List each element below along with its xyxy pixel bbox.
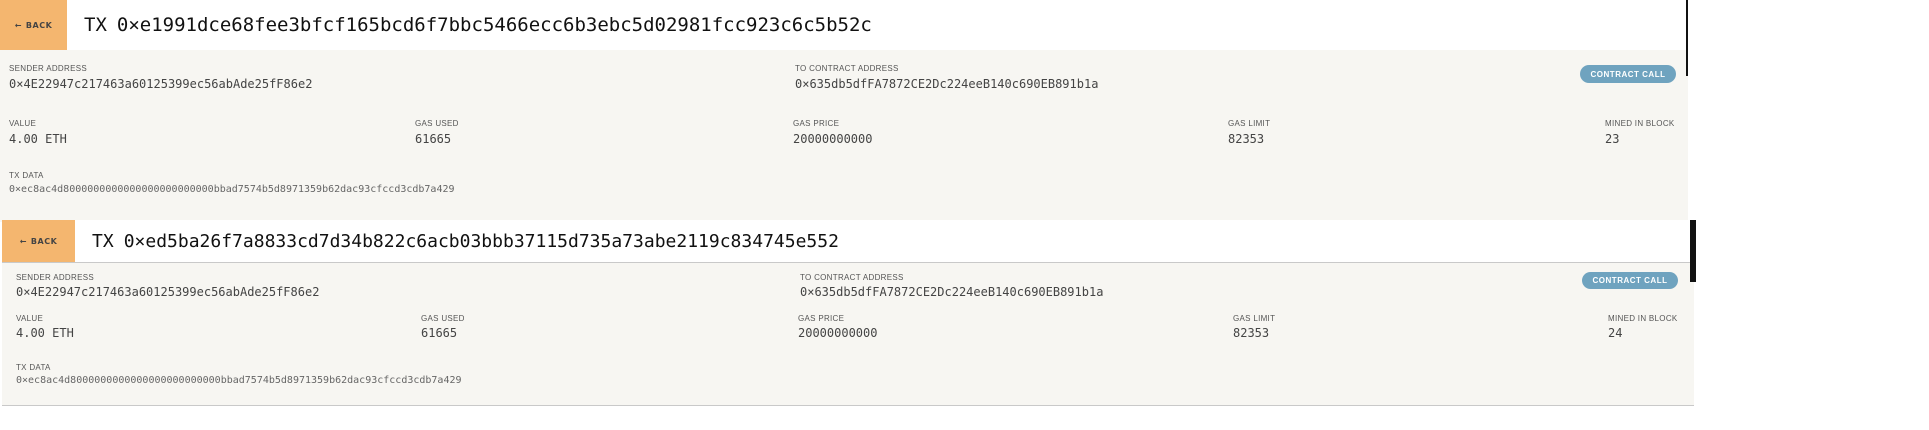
mined-in-block-label: Mined In Block (1605, 119, 1675, 128)
gas-limit-label: Gas Limit (1233, 314, 1276, 323)
transaction-title: TX 0×ed5ba26f7a8833cd7d34b822c6acb03bbb3… (92, 220, 839, 262)
to-contract-address-value: 0×635db5dfFA7872CE2Dc224eeB140c690EB891b… (795, 77, 1099, 91)
back-button-label: Back (30, 236, 58, 246)
contract-call-badge: Contract Call (1582, 272, 1678, 289)
transaction-card: ← Back TX 0×e1991dce68fee3bfcf165bcd6f7b… (0, 0, 1688, 222)
value-value: 4.00 ETH (9, 132, 67, 146)
arrow-left-icon: ← (14, 20, 22, 30)
tx-prefix: TX (84, 14, 107, 36)
mined-in-block-value: 23 (1605, 132, 1620, 146)
gas-price-label: Gas Price (793, 119, 840, 128)
to-contract-address-label: To Contract Address (800, 273, 904, 282)
scrollbar-thumb[interactable] (1686, 0, 1688, 76)
arrow-left-icon: ← (19, 236, 27, 246)
back-button[interactable]: ← Back (2, 220, 75, 262)
value-label: Value (9, 119, 37, 128)
tx-hash: 0×e1991dce68fee3bfcf165bcd6f7bbc5466ecc6… (116, 14, 872, 36)
transaction-header: ← Back TX 0×e1991dce68fee3bfcf165bcd6f7b… (0, 0, 1688, 50)
transaction-details: Sender Address 0×4E22947c217463a60125399… (0, 50, 1688, 222)
transaction-details: Sender Address 0×4E22947c217463a60125399… (2, 262, 1694, 406)
sender-address-label: Sender Address (16, 273, 94, 282)
sender-address-value: 0×4E22947c217463a60125399ec56abAde25fF86… (16, 285, 320, 299)
gas-limit-value: 82353 (1228, 132, 1265, 146)
transaction-title: TX 0×e1991dce68fee3bfcf165bcd6f7bbc5466e… (84, 0, 872, 50)
value-value: 4.00 ETH (16, 326, 74, 340)
gas-price-label: Gas Price (798, 314, 845, 323)
transaction-header: ← Back TX 0×ed5ba26f7a8833cd7d34b822c6ac… (2, 220, 1694, 262)
scrollbar-thumb[interactable] (1690, 220, 1696, 282)
tx-data-label: TX Data (9, 171, 44, 180)
gas-used-label: Gas Used (415, 119, 459, 128)
mined-in-block-value: 24 (1608, 326, 1623, 340)
back-button[interactable]: ← Back (0, 0, 67, 50)
gas-limit-value: 82353 (1233, 326, 1270, 340)
tx-data-value: 0×ec8ac4d8000000000000000000000000bbad75… (16, 375, 462, 386)
tx-data-label: TX Data (16, 363, 51, 372)
gas-price-value: 20000000000 (798, 326, 878, 340)
value-label: Value (16, 314, 44, 323)
gas-limit-label: Gas Limit (1228, 119, 1271, 128)
transaction-card: ← Back TX 0×ed5ba26f7a8833cd7d34b822c6ac… (2, 220, 1694, 406)
to-contract-address-value: 0×635db5dfFA7872CE2Dc224eeB140c690EB891b… (800, 285, 1104, 299)
gas-used-value: 61665 (421, 326, 458, 340)
sender-address-value: 0×4E22947c217463a60125399ec56abAde25fF86… (9, 77, 313, 91)
gas-used-label: Gas Used (421, 314, 465, 323)
tx-hash: 0×ed5ba26f7a8833cd7d34b822c6acb03bbb3711… (123, 230, 839, 252)
tx-data-value: 0×ec8ac4d8000000000000000000000000bbad75… (9, 184, 455, 195)
to-contract-address-label: To Contract Address (795, 64, 899, 73)
gas-price-value: 20000000000 (793, 132, 873, 146)
tx-prefix: TX (92, 230, 114, 252)
contract-call-badge: Contract Call (1580, 65, 1676, 83)
sender-address-label: Sender Address (9, 64, 87, 73)
mined-in-block-label: Mined In Block (1608, 314, 1678, 323)
gas-used-value: 61665 (415, 132, 452, 146)
back-button-label: Back (25, 20, 53, 30)
